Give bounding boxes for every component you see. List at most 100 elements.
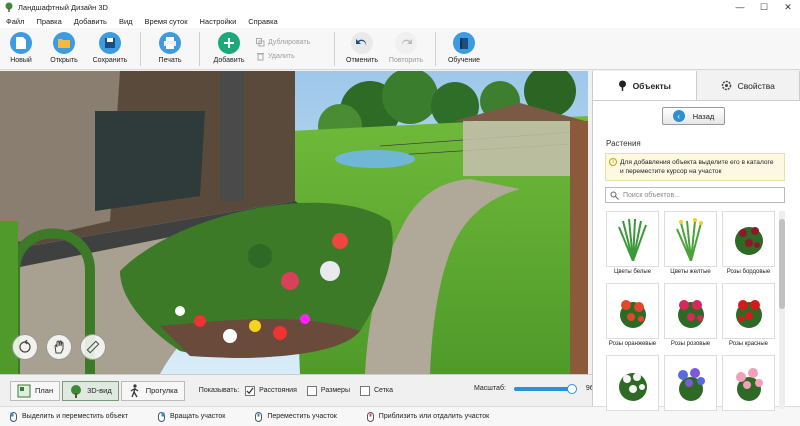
plan-icon — [17, 384, 31, 397]
distances-label: Расстояния — [259, 387, 297, 394]
walk-view-button[interactable]: Прогулка — [120, 380, 185, 401]
scale-control: Масштаб: 96% — [474, 383, 600, 394]
catalog-item[interactable] — [722, 355, 775, 413]
catalog-item[interactable]: Розы красные — [722, 283, 775, 347]
menu-settings[interactable]: Настройки — [199, 17, 236, 26]
save-button[interactable]: Сохранить — [86, 28, 134, 70]
minimize-button[interactable]: — — [728, 0, 752, 14]
scale-slider[interactable] — [513, 383, 577, 394]
trash-icon — [257, 52, 264, 60]
checkmark-icon — [246, 387, 254, 395]
catalog-item-label: Розы красные — [729, 341, 768, 347]
info-icon: i — [609, 158, 617, 166]
catalog-item[interactable] — [606, 355, 659, 413]
flower-pink-icon — [722, 355, 775, 411]
3d-view-button[interactable]: 3D-вид — [62, 380, 119, 401]
window-controls: — ☐ ✕ — [728, 0, 800, 14]
ruler-icon — [86, 340, 100, 354]
search-field[interactable]: Поиск объектов... — [605, 187, 785, 203]
section-title: Растения — [606, 139, 641, 148]
hint-text: Для добавления объекта выделите его в ка… — [620, 159, 774, 175]
print-label: Печать — [158, 57, 182, 64]
catalog-item[interactable]: Розы розовые — [664, 283, 717, 347]
menu-add[interactable]: Добавить — [74, 17, 107, 26]
duplicate-icon — [256, 37, 265, 46]
pond — [335, 150, 415, 168]
walk-view-label: Прогулка — [145, 386, 178, 395]
catalog-item[interactable] — [664, 355, 717, 413]
menu-time-of-day[interactable]: Время суток — [145, 17, 188, 26]
mouse-wheel-icon — [366, 411, 374, 422]
catalog-item[interactable]: Розы бордовые — [722, 211, 775, 275]
undo-icon — [351, 32, 373, 54]
window-title: Ландшафтный Дизайн 3D — [18, 2, 108, 12]
catalog-item[interactable]: Цветы желтые — [664, 211, 717, 275]
rotate-view-button[interactable] — [12, 334, 38, 360]
tab-objects[interactable]: Объекты — [593, 71, 697, 100]
menu-help[interactable]: Справка — [248, 17, 277, 26]
floppy-disk-icon — [99, 32, 121, 54]
3d-viewport[interactable] — [0, 71, 588, 374]
undo-button[interactable]: Отменить — [341, 28, 383, 70]
menu-edit[interactable]: Правка — [36, 17, 61, 26]
tab-properties[interactable]: Свойства — [697, 71, 800, 100]
tutorial-button[interactable]: Обучение — [442, 28, 486, 70]
grid-label: Сетка — [373, 387, 394, 394]
open-button[interactable]: Открыть — [42, 28, 86, 70]
checkbox-unchecked[interactable] — [306, 385, 317, 396]
back-button[interactable]: ‹ Назад — [662, 107, 725, 125]
tab-objects-label: Объекты — [632, 80, 671, 91]
close-button[interactable]: ✕ — [776, 0, 800, 14]
plan-view-button[interactable]: План — [10, 380, 61, 401]
print-button[interactable]: Печать — [147, 28, 193, 70]
mouse-right-icon — [157, 411, 165, 422]
status-rotate: Вращать участок — [157, 411, 225, 422]
delete-label: Удалить — [268, 52, 295, 60]
catalog-item-label: Розы розовые — [670, 341, 711, 347]
distances-checkbox[interactable]: Расстояния — [245, 385, 297, 396]
delete-button[interactable]: Удалить — [256, 49, 324, 63]
new-document-icon — [10, 32, 32, 54]
scale-label: Масштаб: — [474, 385, 506, 392]
scrollbar-thumb[interactable] — [779, 219, 785, 309]
objects-icon — [618, 80, 626, 91]
measure-button[interactable] — [80, 334, 106, 360]
tutorial-label: Обучение — [447, 57, 480, 64]
catalog-item[interactable]: Розы оранжевые — [606, 283, 659, 347]
grass-white-icon — [606, 211, 659, 267]
undo-label: Отменить — [346, 57, 378, 64]
catalog-scrollbar[interactable] — [779, 211, 785, 409]
app-logo-icon — [5, 2, 13, 12]
grid-checkbox[interactable]: Сетка — [359, 385, 394, 396]
new-button[interactable]: Новый — [0, 28, 42, 70]
menu-file[interactable]: Файл — [6, 17, 24, 26]
checkbox-checked[interactable] — [245, 385, 256, 396]
catalog-item[interactable]: Цветы белые — [606, 211, 659, 275]
mouse-middle-icon — [255, 411, 263, 422]
rose-orange-icon — [606, 283, 659, 339]
add-button[interactable]: Добавить — [206, 28, 252, 70]
maximize-button[interactable]: ☐ — [752, 0, 776, 14]
duplicate-button[interactable]: Дублировать — [256, 35, 324, 49]
redo-button[interactable]: Повторить — [383, 28, 429, 70]
book-icon — [453, 32, 475, 54]
status-zoom: Приблизить или отдалить участок — [366, 411, 489, 422]
plus-icon — [218, 32, 240, 54]
redo-icon — [395, 32, 417, 54]
status-select-text: Выделить и переместить объект — [22, 413, 128, 420]
flower-blue-icon — [664, 355, 717, 411]
menu-view[interactable]: Вид — [119, 17, 133, 26]
sizes-label: Размеры — [320, 387, 350, 394]
duplicate-label: Дублировать — [268, 38, 311, 46]
grass-yellow-icon — [664, 211, 717, 267]
toolbar-separator — [140, 32, 141, 66]
scale-slider-knob[interactable] — [566, 383, 577, 394]
checkbox-unchecked[interactable] — [359, 385, 370, 396]
add-label: Добавить — [213, 57, 245, 64]
show-label: Показывать: — [198, 387, 240, 394]
redo-label: Повторить — [388, 57, 424, 64]
sizes-checkbox[interactable]: Размеры — [306, 385, 350, 396]
panel-tabs: Объекты Свойства — [593, 71, 800, 101]
pan-view-button[interactable] — [46, 334, 72, 360]
edit-actions: Дублировать Удалить — [252, 28, 328, 70]
